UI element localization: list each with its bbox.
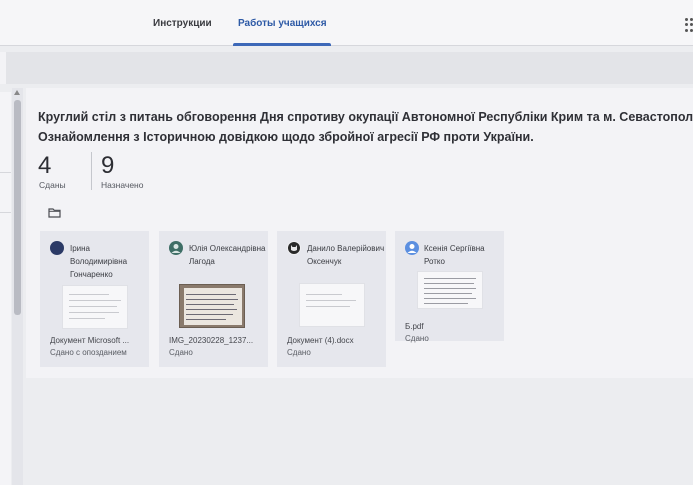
folder-icon[interactable] (48, 208, 61, 218)
tab-instructions[interactable]: Инструкции (153, 18, 212, 29)
toolbar-strip (0, 52, 693, 84)
file-name[interactable]: Документ Microsoft ... (50, 336, 146, 345)
submission-status: Сдано (287, 348, 311, 357)
submission-status: Сдано (405, 334, 429, 343)
assigned-count[interactable]: 9 (101, 152, 114, 180)
avatar (287, 241, 301, 255)
apps-grid-icon[interactable] (685, 18, 693, 32)
person-icon (407, 244, 417, 253)
submission-tile[interactable]: Данило Валерійович Оксенчук Документ (4)… (277, 231, 386, 367)
avatar (405, 241, 419, 255)
submitted-count[interactable]: 4 (38, 152, 51, 180)
file-name[interactable]: Документ (4).docx (287, 336, 383, 345)
left-panel (0, 92, 11, 485)
scroll-up-arrow-icon[interactable] (14, 90, 20, 95)
toolbar-strip-edge (0, 52, 6, 84)
student-name: Ірина Володимирівна Гончаренко (70, 244, 128, 279)
assignment-title-line-1: Круглий стіл з питань обговорення Дня сп… (38, 110, 693, 124)
file-thumbnail[interactable] (62, 285, 128, 329)
submission-tile[interactable]: Ксенія Сергіївна Ротко Б.pdf Сдано (395, 231, 504, 343)
person-icon (171, 244, 181, 253)
file-thumbnail[interactable] (299, 283, 365, 327)
student-name: Юлія Олександрівна Лагода (189, 244, 266, 266)
student-name: Ксенія Сергіївна Ротко (424, 244, 485, 266)
submission-status: Сдано с опозданием (50, 348, 127, 357)
active-tab-indicator (233, 43, 331, 46)
cat-avatar-icon (288, 242, 300, 254)
scrollbar-thumb[interactable] (14, 100, 21, 315)
file-name[interactable]: IMG_20230228_1237... (169, 336, 265, 345)
avatar (50, 241, 64, 255)
stat-divider (91, 152, 92, 190)
avatar (169, 241, 183, 255)
tab-student-work[interactable]: Работы учащихся (238, 18, 327, 29)
submission-tile[interactable]: Ірина Володимирівна Гончаренко Документ … (40, 231, 149, 367)
file-thumbnail[interactable] (417, 271, 483, 309)
submitted-label: Сданы (39, 180, 66, 190)
student-name: Данило Валерійович Оксенчук (307, 244, 385, 266)
assignment-title: Круглий стіл з питань обговорення Дня сп… (38, 107, 693, 147)
file-name[interactable]: Б.pdf (405, 322, 501, 331)
file-thumbnail[interactable] (179, 284, 245, 328)
submission-status: Сдано (169, 348, 193, 357)
assigned-label: Назначено (101, 180, 144, 190)
submission-tile[interactable]: Юлія Олександрівна Лагода IMG_20230228_1… (159, 231, 268, 367)
top-nav: Инструкции Работы учащихся (0, 0, 693, 46)
assignment-title-line-2: Ознайомлення з Історичною довідкою щодо … (38, 130, 534, 144)
